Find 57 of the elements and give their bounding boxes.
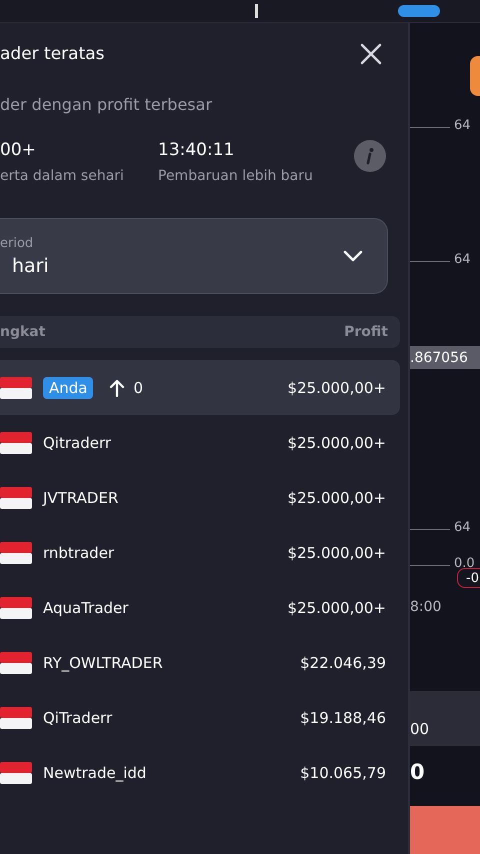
- profit-amount: $19.188,46: [300, 708, 386, 726]
- amount-field[interactable]: 00: [410, 691, 480, 746]
- stat-value: 00+: [0, 140, 37, 160]
- trade-badge: -0: [457, 568, 480, 588]
- flag-icon: [0, 762, 32, 784]
- leaderboard-row[interactable]: Newtrade_idd $10.065,79: [0, 745, 400, 800]
- leaderboard-row[interactable]: RY_OWLTRADER $22.046,39: [0, 635, 400, 690]
- profit-amount: $25.000,00+: [288, 378, 386, 396]
- stat-value: 13:40:11: [158, 140, 236, 160]
- profit-amount: $25.000,00+: [288, 488, 386, 506]
- trader-name: AquaTrader: [43, 598, 128, 616]
- flag-icon: [0, 706, 32, 728]
- axis-label: 0.0: [454, 556, 475, 571]
- column-header: ngkat: [0, 324, 46, 340]
- close-button[interactable]: [360, 43, 382, 65]
- arrow-up-icon: [109, 378, 126, 396]
- flag-icon: [0, 432, 32, 454]
- flag-icon: [0, 596, 32, 618]
- price-tag: .867056: [410, 346, 480, 369]
- leaderboard-row[interactable]: AquaTrader $25.000,00+: [0, 580, 400, 635]
- time-label: 8:00: [410, 599, 442, 615]
- flag-icon: [0, 652, 32, 674]
- payout-value: 0: [410, 760, 425, 784]
- panel-title: ader teratas: [0, 44, 105, 64]
- profit-amount: $10.065,79: [300, 764, 386, 782]
- axis-label: 64: [454, 118, 471, 133]
- info-button[interactable]: [354, 140, 386, 172]
- info-icon: [364, 147, 376, 165]
- profit-amount: $25.000,00+: [288, 598, 386, 616]
- flag-icon: [0, 376, 32, 398]
- trader-name: QiTraderr: [43, 708, 112, 726]
- trader-name: JVTRADER: [43, 488, 118, 506]
- trader-name: Newtrade_idd: [43, 764, 146, 782]
- period-dropdown[interactable]: eriod hari: [0, 218, 388, 294]
- stat-label: erta dalam sehari: [0, 168, 125, 184]
- axis-label: 64: [454, 520, 471, 535]
- rank-change: 0: [133, 378, 144, 396]
- leaderboard-row[interactable]: QiTraderr $19.188,46: [0, 690, 400, 745]
- leaderboard-row[interactable]: Anda 0 $25.000,00+: [0, 360, 400, 415]
- axis-label: 64: [454, 252, 471, 267]
- profit-amount: $22.046,39: [300, 654, 386, 672]
- trader-name: rnbtrader: [43, 544, 114, 562]
- flag-icon: [0, 542, 32, 564]
- trader-name: RY_OWLTRADER: [43, 654, 163, 672]
- you-badge: Anda: [43, 376, 94, 398]
- stat-label: Pembaruan lebih baru: [158, 168, 313, 184]
- leaderboard-row[interactable]: rnbtrader $25.000,00+: [0, 525, 400, 580]
- chevron-down-icon: [343, 250, 363, 262]
- flag-icon: [0, 486, 32, 508]
- panel-subtitle: der dengan profit terbesar: [0, 95, 214, 114]
- profit-amount: $25.000,00+: [288, 434, 386, 452]
- profit-amount: $25.000,00+: [288, 544, 386, 562]
- leaderboard-row[interactable]: Qitraderr $25.000,00+: [0, 415, 400, 470]
- trader-name: Qitraderr: [43, 434, 112, 452]
- close-icon: [360, 43, 382, 65]
- leaderboard-row[interactable]: JVTRADER $25.000,00+: [0, 470, 400, 525]
- column-header: Profit: [344, 324, 388, 340]
